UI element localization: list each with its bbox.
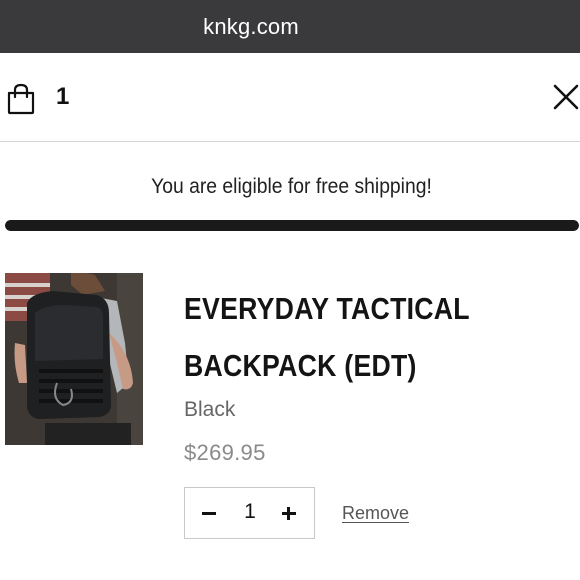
free-shipping-message: You are eligible for free shipping! [151, 175, 432, 198]
increase-quantity-button[interactable] [276, 500, 302, 526]
shopping-bag-icon[interactable] [6, 83, 36, 115]
product-title[interactable]: EVERYDAY TACTICAL BACKPACK (EDT) [184, 280, 511, 394]
product-variant: Black [184, 398, 236, 421]
url-text[interactable]: knkg.com [0, 14, 502, 40]
close-icon[interactable] [552, 83, 580, 111]
product-image[interactable] [5, 273, 143, 445]
product-title-line-1: EVERYDAY TACTICAL [184, 291, 470, 326]
quantity-value[interactable]: 1 [235, 500, 265, 524]
browser-url-bar[interactable]: knkg.com [0, 0, 580, 53]
decrease-quantity-button[interactable] [196, 500, 222, 526]
cart-header: 1 [0, 53, 580, 142]
shipping-progress-fill [5, 220, 579, 231]
quantity-stepper: 1 [184, 487, 315, 539]
cart-count: 1 [56, 83, 70, 110]
remove-item-link[interactable]: Remove [342, 503, 409, 524]
shipping-progress-bar [5, 220, 579, 231]
product-title-line-2: BACKPACK (EDT) [184, 348, 417, 383]
product-price: $269.95 [184, 440, 266, 465]
